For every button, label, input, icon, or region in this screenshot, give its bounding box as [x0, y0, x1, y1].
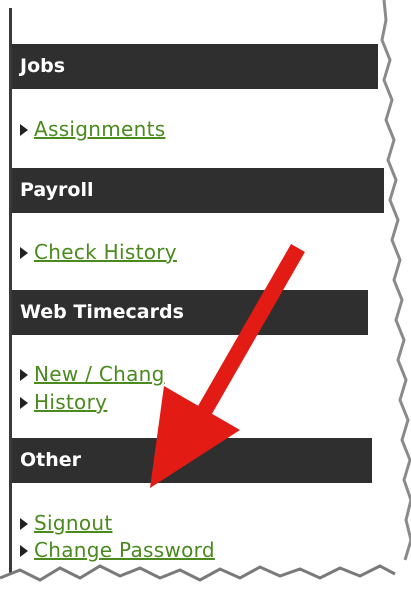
section-title-other: Other [20, 449, 82, 471]
bullet-icon [20, 397, 28, 409]
menu-item-new-change[interactable]: New / Chang [20, 361, 165, 387]
section-header-other: Other [12, 438, 372, 483]
bullet-icon [20, 369, 28, 381]
signout-link[interactable]: Signout [34, 511, 112, 535]
section-header-jobs: Jobs [12, 44, 378, 89]
section-title-payroll: Payroll [20, 179, 94, 201]
section-header-payroll: Payroll [12, 168, 384, 213]
sidebar-menu-screenshot: Jobs Assignments Payroll Check History W… [0, 0, 411, 590]
menu-item-check-history[interactable]: Check History [20, 239, 177, 265]
bullet-icon [20, 124, 28, 136]
bullet-icon [20, 545, 28, 557]
check-history-link[interactable]: Check History [34, 240, 177, 264]
bullet-icon [20, 247, 28, 259]
section-title-jobs: Jobs [20, 55, 66, 77]
section-header-web-timecards: Web Timecards [12, 290, 368, 335]
menu-item-assignments[interactable]: Assignments [20, 116, 165, 142]
assignments-link[interactable]: Assignments [34, 117, 165, 141]
section-title-web-timecards: Web Timecards [20, 301, 184, 323]
torn-edge-bottom [0, 564, 411, 590]
menu-item-history[interactable]: History [20, 389, 107, 415]
torn-edge-right [372, 0, 411, 590]
change-password-link[interactable]: Change Password [34, 538, 215, 562]
new-change-link[interactable]: New / Chang [34, 362, 165, 386]
bullet-icon [20, 518, 28, 530]
history-link[interactable]: History [34, 390, 107, 414]
menu-item-signout[interactable]: Signout [20, 510, 112, 536]
